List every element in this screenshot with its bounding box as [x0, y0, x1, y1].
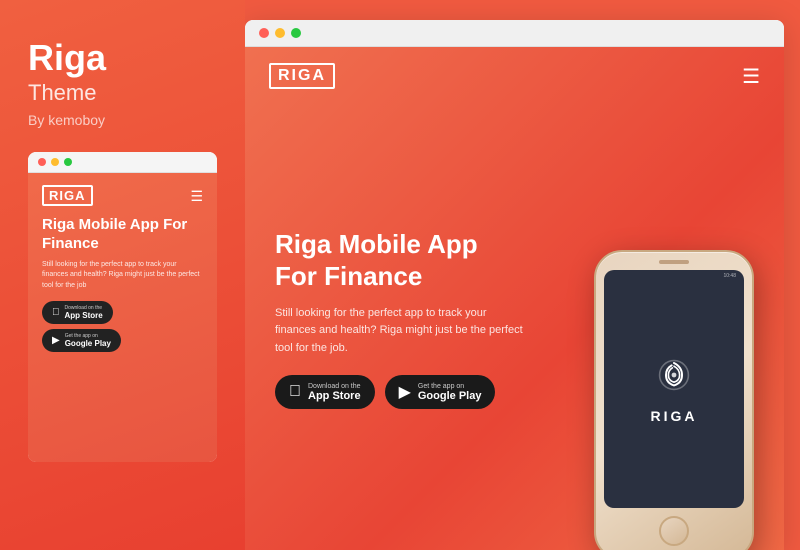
- mini-dot-green: [64, 158, 72, 166]
- main-google-play-small: Get the app on: [418, 383, 482, 390]
- mini-hero-title: Riga Mobile App For Finance: [42, 216, 203, 254]
- mini-logo: RIGA: [42, 185, 93, 206]
- main-hero: Riga Mobile App For Finance Still lookin…: [245, 168, 555, 430]
- sidebar-title: Riga: [28, 40, 217, 76]
- mini-nav: RIGA ☰: [42, 185, 203, 206]
- mini-browser-bar: [28, 152, 217, 173]
- mini-app-store-label: App Store: [65, 311, 103, 320]
- main-app-store-text: Download on the App Store: [308, 383, 361, 402]
- mini-google-play-btn[interactable]: ▶ Get the app on Google Play: [42, 329, 121, 352]
- phone-logo-text: RIGA: [651, 408, 698, 424]
- mini-google-play-text: Get the app on Google Play: [65, 333, 111, 348]
- main-browser-bar: [245, 20, 784, 47]
- main-dot-yellow: [275, 28, 285, 38]
- google-play-icon: ▶: [399, 382, 411, 402]
- mini-dot-red: [38, 158, 46, 166]
- main-hero-title: Riga Mobile App For Finance: [275, 228, 525, 293]
- sidebar-subtitle: Theme: [28, 80, 217, 106]
- mini-content: RIGA ☰ Riga Mobile App For Finance Still…: [28, 173, 217, 462]
- main-hero-desc: Still looking for the perfect app to tra…: [275, 305, 525, 358]
- google-play-icon: ▶: [52, 335, 60, 346]
- sidebar: Riga Theme By kemoboy RIGA ☰ Riga Mobile…: [0, 0, 245, 550]
- phone-home-button: [659, 516, 689, 546]
- sidebar-author: By kemoboy: [28, 112, 217, 128]
- mini-hamburger-icon: ☰: [190, 189, 203, 203]
- mini-app-store-btn[interactable]:  Download on the App Store: [42, 301, 113, 324]
- main-store-buttons:  Download on the App Store ▶ Get the ap…: [275, 375, 525, 409]
- main-app-store-small: Download on the: [308, 383, 361, 390]
- main-google-play-text: Get the app on Google Play: [418, 383, 482, 402]
- phone-screen: 10:48 RIGA: [604, 270, 744, 508]
- mini-google-play-label: Google Play: [65, 339, 111, 348]
- mini-dot-yellow: [51, 158, 59, 166]
- main-dot-green: [291, 28, 301, 38]
- apple-icon: : [52, 307, 60, 318]
- phone-outer: 10:48 RIGA: [594, 250, 754, 550]
- main-hamburger-icon[interactable]: ☰: [742, 64, 760, 89]
- phone-status-bar: 10:48: [723, 273, 736, 279]
- main-google-play-label: Google Play: [418, 390, 482, 402]
- main-logo: RIGA: [269, 63, 335, 89]
- phone-mockup: 10:48 RIGA: [584, 250, 764, 550]
- phone-speaker: [659, 260, 689, 264]
- apple-icon: : [289, 383, 301, 401]
- riga-spiral-icon: [654, 355, 694, 400]
- main-browser: RIGA ☰ Riga Mobile App For Finance Still…: [245, 20, 784, 550]
- main-app-store-btn[interactable]:  Download on the App Store: [275, 375, 375, 409]
- main-google-play-btn[interactable]: ▶ Get the app on Google Play: [385, 375, 496, 409]
- main-navbar: RIGA ☰: [245, 47, 784, 105]
- mini-hero-desc: Still looking for the perfect app to tra…: [42, 260, 203, 292]
- main-dot-red: [259, 28, 269, 38]
- mini-browser-preview: RIGA ☰ Riga Mobile App For Finance Still…: [28, 152, 217, 462]
- mini-buttons:  Download on the App Store ▶ Get the ap…: [42, 301, 203, 352]
- mini-app-store-text: Download on the App Store: [65, 305, 103, 320]
- main-content: RIGA ☰ Riga Mobile App For Finance Still…: [245, 47, 784, 550]
- main-app-store-label: App Store: [308, 390, 361, 402]
